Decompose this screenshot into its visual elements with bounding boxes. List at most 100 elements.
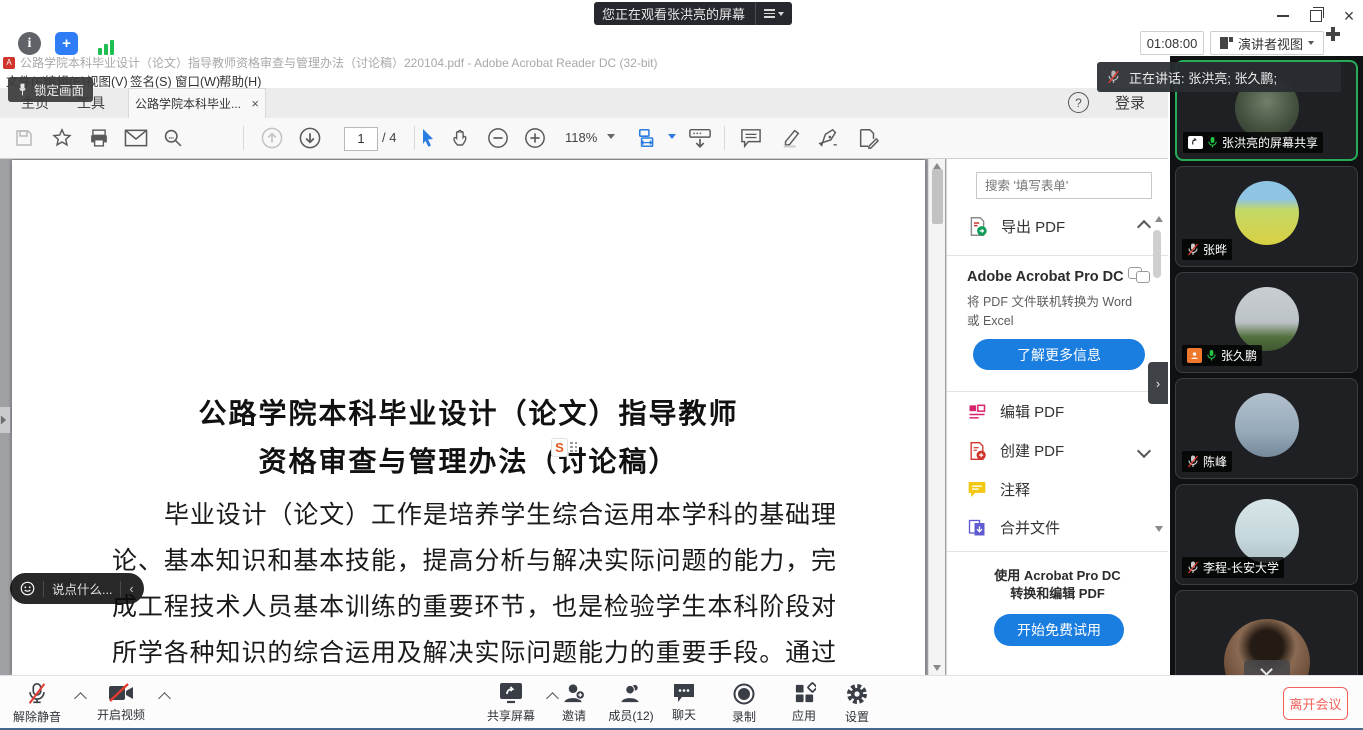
panel-scrollbar-thumb[interactable]: [1153, 230, 1161, 278]
save-button[interactable]: [14, 128, 34, 148]
login-button[interactable]: 登录: [1115, 92, 1145, 113]
scroll-participants-button[interactable]: [1244, 660, 1290, 675]
chat-placeholder-text: 说点什么...: [52, 579, 112, 598]
settings-button[interactable]: 设置: [834, 682, 880, 725]
previous-page-button[interactable]: [261, 127, 284, 150]
network-signal-icon[interactable]: [94, 32, 117, 55]
collapse-chat-icon[interactable]: ‹: [129, 581, 133, 596]
select-tool-button[interactable]: [419, 128, 437, 148]
leave-meeting-button[interactable]: 离开会议: [1283, 687, 1348, 720]
viewer-banner-text: 您正在观看张洪亮的屏幕: [602, 4, 745, 23]
page-number-input[interactable]: 1: [344, 127, 378, 151]
tab-document-label: 公路学院本科毕业...: [135, 95, 241, 112]
tab-document[interactable]: 公路学院本科毕业... ×: [128, 88, 266, 118]
create-pdf-tool[interactable]: 创建 PDF: [967, 440, 1149, 461]
input-method-indicator: S: [551, 438, 581, 456]
share-screen-button[interactable]: 共享屏幕: [480, 682, 542, 724]
zoom-in-button[interactable]: [524, 127, 546, 149]
sogou-icon: S: [551, 438, 568, 457]
gear-icon: [845, 682, 869, 706]
mic-muted-icon: [1107, 70, 1120, 84]
highlight-tool-button[interactable]: [780, 127, 802, 149]
panel-scroll-up-icon[interactable]: [1155, 216, 1163, 222]
sidebar-collapse-button[interactable]: ›: [1148, 362, 1168, 404]
arrow-down-circle-icon: [299, 127, 322, 150]
members-icon: [619, 682, 643, 705]
comment-tool-button[interactable]: [740, 128, 762, 148]
zoom-out-button[interactable]: [487, 127, 509, 149]
pdf-page[interactable]: 公路学院本科毕业设计（论文）指导教师 资格审查与管理办法（讨论稿） 毕业设计（论…: [12, 160, 925, 675]
chat-button[interactable]: 聊天: [661, 682, 707, 723]
fill-sign-tool-button[interactable]: [818, 127, 841, 149]
close-button[interactable]: ×: [1336, 6, 1362, 26]
restore-button[interactable]: [1303, 6, 1329, 26]
start-video-button[interactable]: 开启视频: [92, 682, 150, 723]
left-pane-expand-button[interactable]: [0, 407, 10, 433]
screen-share-icon: [1188, 136, 1203, 149]
tab-close-icon[interactable]: ×: [251, 96, 259, 111]
acrobat-tab-bar: 主页 工具 公路学院本科毕业... ×: [0, 88, 1168, 118]
fit-width-button[interactable]: [637, 127, 659, 149]
chevron-down-icon[interactable]: [1137, 443, 1151, 457]
help-icon[interactable]: ?: [1068, 92, 1089, 113]
combine-files-label: 合并文件: [1000, 517, 1060, 538]
host-badge-icon: [1187, 348, 1202, 363]
participant-name: 李程-长安大学: [1203, 559, 1279, 576]
document-scrollbar[interactable]: [928, 159, 945, 675]
edit-pdf-tool[interactable]: 编辑 PDF: [967, 401, 1149, 422]
send-sign-tool-button[interactable]: [857, 127, 880, 149]
print-button[interactable]: [89, 128, 110, 149]
participant-tile[interactable]: 李程-长安大学: [1175, 484, 1358, 585]
export-pdf-tool[interactable]: 导出 PDF: [967, 216, 1149, 237]
participant-tile-host[interactable]: 张久鹏: [1175, 272, 1358, 373]
hand-tool-button[interactable]: [451, 128, 472, 149]
speaking-toast-text: 正在讲话: 张洪亮; 张久鹏;: [1129, 68, 1277, 87]
comment-tool[interactable]: 注释: [967, 479, 1149, 500]
minimize-button[interactable]: [1270, 6, 1296, 26]
participant-tile[interactable]: 张晔: [1175, 166, 1358, 267]
video-options-caret[interactable]: [158, 692, 171, 705]
combine-files-tool[interactable]: 合并文件: [967, 517, 1149, 538]
hand-icon: [451, 128, 472, 149]
panel-scroll-down-icon[interactable]: [1155, 526, 1163, 532]
zoom-level-value[interactable]: 118%: [565, 130, 597, 145]
audio-options-caret[interactable]: [74, 692, 87, 705]
apps-button[interactable]: 应用: [781, 682, 827, 724]
participant-tile[interactable]: 陈峰: [1175, 378, 1358, 479]
security-shield-icon[interactable]: +: [55, 32, 78, 55]
participant-name: 张久鹏: [1221, 347, 1257, 364]
reading-mode-button[interactable]: [688, 128, 712, 149]
members-button[interactable]: 成员(12): [602, 682, 660, 724]
scrollbar-thumb[interactable]: [932, 169, 943, 224]
participant-name: 张洪亮的屏幕共享: [1222, 134, 1318, 151]
minus-circle-icon: [487, 127, 509, 149]
scroll-down-icon[interactable]: [933, 665, 941, 671]
participant-name-tag: 张晔: [1182, 239, 1232, 260]
unmute-button[interactable]: 解除静音: [8, 682, 66, 725]
free-trial-button[interactable]: 开始免费试用: [994, 614, 1124, 646]
quick-chat-input[interactable]: 说点什么... ‹: [10, 573, 144, 604]
next-page-button[interactable]: [299, 127, 322, 150]
fit-dropdown-caret[interactable]: [668, 134, 676, 139]
tools-search-input[interactable]: [976, 172, 1152, 199]
settings-label: 设置: [845, 708, 869, 725]
invite-button[interactable]: 邀请: [548, 682, 600, 724]
banner-menu-button[interactable]: [755, 2, 784, 25]
favorites-star-button[interactable]: [51, 127, 73, 149]
record-icon: [732, 682, 756, 706]
start-video-label: 开启视频: [97, 706, 145, 723]
email-button[interactable]: [125, 129, 148, 147]
plus-circle-icon: [524, 127, 546, 149]
record-button[interactable]: 录制: [721, 682, 767, 725]
learn-more-button[interactable]: 了解更多信息: [973, 339, 1145, 370]
star-icon: [51, 127, 73, 149]
promo-text: 将 PDF 文件联机转换为 Word 或 Excel: [967, 293, 1132, 331]
screen: × 您正在观看张洪亮的屏幕 i + 01:08:00 演讲者视图 A 公路学院本…: [0, 0, 1363, 730]
zoom-dropdown-caret[interactable]: [607, 134, 615, 139]
find-button[interactable]: [163, 128, 184, 149]
participant-tile[interactable]: [1175, 590, 1358, 675]
avatar: [1235, 287, 1299, 351]
meeting-info-icon[interactable]: i: [18, 32, 41, 55]
chevron-up-icon[interactable]: [1137, 219, 1151, 233]
view-mode-selector[interactable]: 演讲者视图: [1210, 31, 1324, 55]
